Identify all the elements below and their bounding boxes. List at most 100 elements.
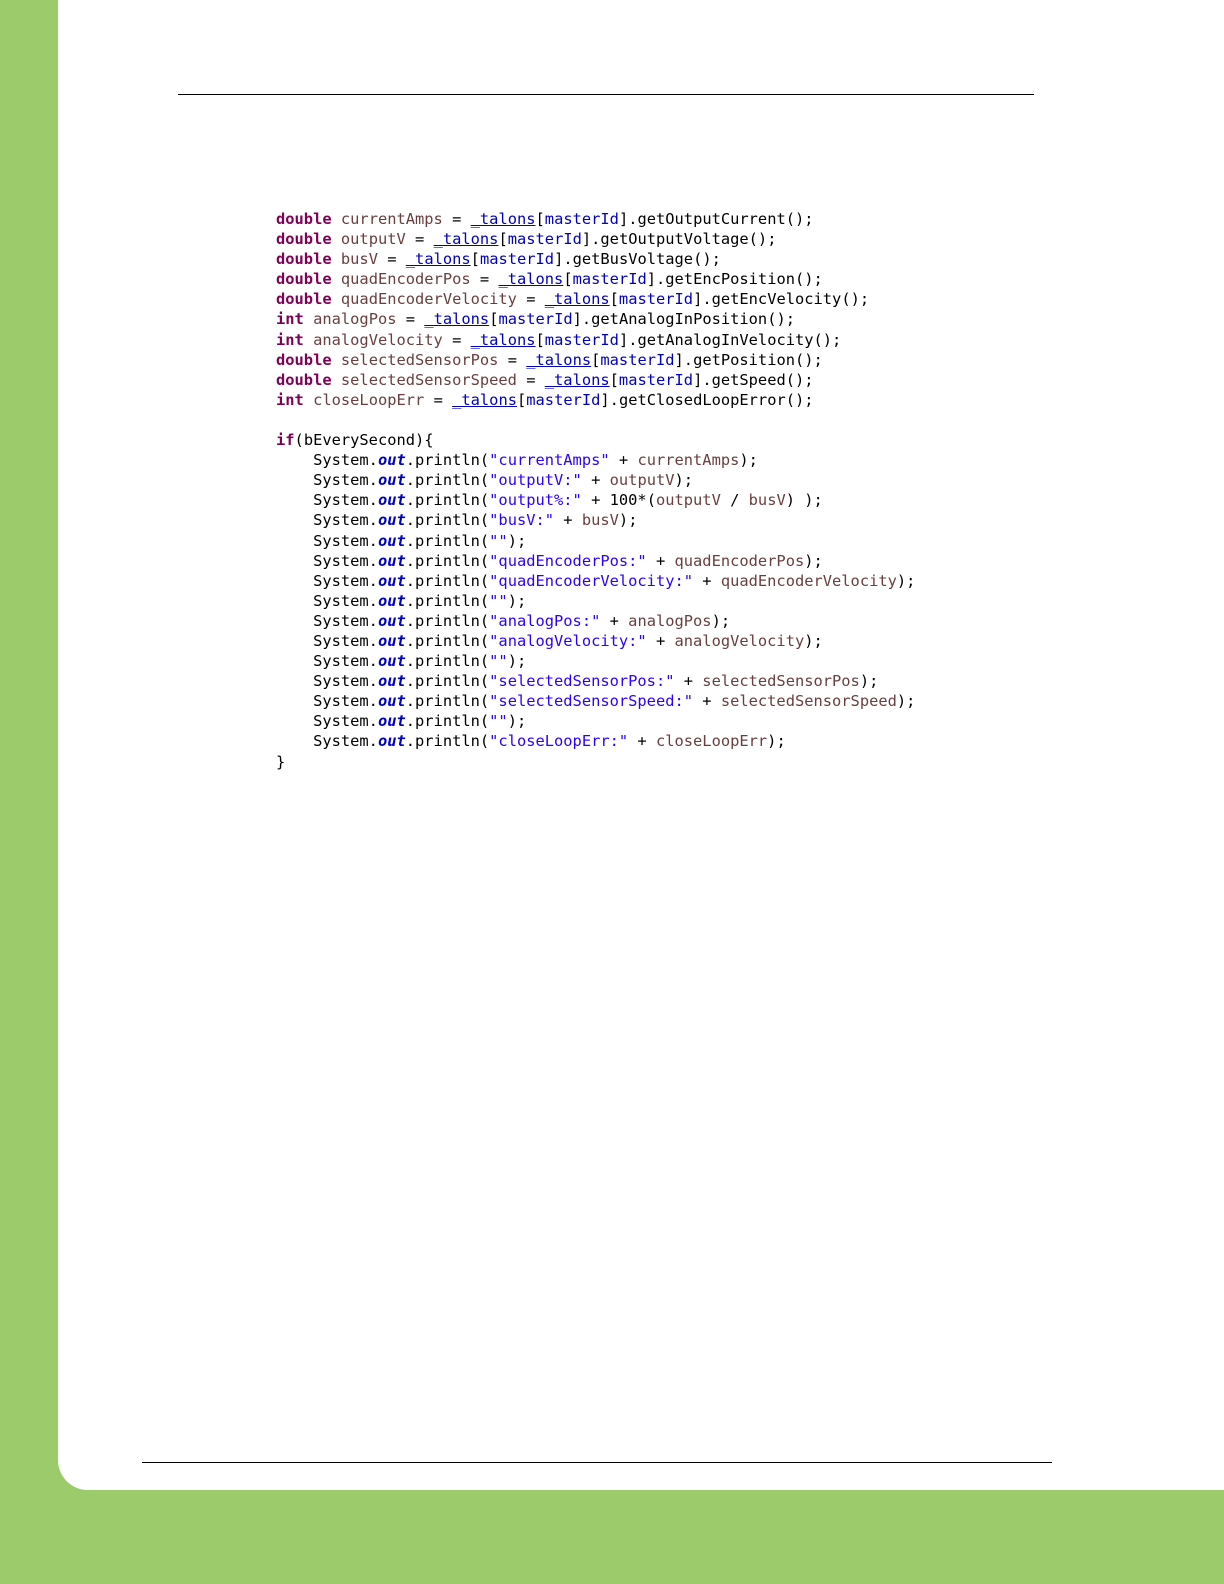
- code-token: masterId: [544, 330, 619, 349]
- code-token: analogPos: [313, 310, 397, 329]
- code-token: .println(: [405, 591, 490, 610]
- code-token: selectedSensorSpeed: [340, 370, 517, 389]
- code-token: masterId: [479, 250, 555, 269]
- code-token: [: [609, 290, 619, 309]
- code-token: =: [442, 210, 471, 228]
- code-token: );: [711, 611, 731, 630]
- code-token: out: [377, 491, 406, 510]
- code-token: );: [859, 672, 879, 691]
- code-token: [: [470, 250, 480, 269]
- code-token: "currentAmps": [489, 451, 610, 470]
- code-line: System.out.println("quadEncoderVelocity:…: [276, 571, 915, 591]
- code-token: double: [276, 370, 332, 389]
- code-token: currentAmps: [340, 210, 443, 228]
- code-token: );: [804, 551, 823, 570]
- code-token: _talons: [498, 270, 564, 289]
- code-token: _talons: [433, 230, 499, 249]
- code-token: );: [767, 732, 786, 751]
- code-token: );: [507, 531, 527, 550]
- code-token: double: [276, 350, 332, 369]
- code-token: ].getEncVelocity();: [693, 290, 870, 309]
- code-token: masterId: [618, 290, 694, 309]
- code-token: ].getClosedLoopError();: [600, 390, 814, 409]
- code-token: out: [377, 451, 406, 470]
- code-token: masterId: [498, 310, 573, 329]
- code-token: quadEncoderPos: [674, 551, 805, 570]
- code-token: .println(: [405, 611, 490, 630]
- code-token: .println(: [405, 531, 490, 550]
- code-token: "": [489, 712, 508, 731]
- code-token: busV: [581, 511, 619, 530]
- code-token: +: [646, 631, 675, 650]
- code-token: [: [535, 210, 545, 228]
- code-token: closeLoopErr: [655, 732, 768, 751]
- code-token: outputV: [340, 230, 406, 249]
- code-token: int: [276, 330, 304, 349]
- code-token: System.: [276, 451, 378, 470]
- code-token: "quadEncoderPos:": [489, 551, 647, 570]
- code-token: "closeLoopErr:": [489, 732, 629, 751]
- code-token: System.: [276, 511, 378, 530]
- code-token: busV: [748, 491, 786, 510]
- code-token: [: [609, 370, 619, 389]
- code-token: _talons: [470, 210, 536, 228]
- code-token: [: [516, 390, 527, 409]
- code-token: double: [276, 210, 332, 228]
- code-token: _talons: [452, 390, 517, 409]
- code-token: );: [739, 451, 758, 470]
- code-token: "output%:": [489, 491, 582, 510]
- code-line: System.out.println("busV:" + busV);: [276, 510, 915, 530]
- code-token: =: [424, 390, 453, 409]
- code-token: System.: [276, 571, 378, 590]
- code-token: analogVelocity: [313, 330, 443, 349]
- code-block: double currentAmps = _talons[masterId].g…: [276, 209, 915, 772]
- code-token: ].getOutputCurrent();: [618, 210, 814, 228]
- code-token: ) );: [785, 491, 823, 510]
- code-token: "quadEncoderVelocity:": [489, 571, 694, 590]
- code-token: System.: [276, 672, 378, 691]
- code-token: );: [896, 571, 916, 590]
- code-line: int analogPos = _talons[masterId].getAna…: [276, 309, 915, 329]
- code-token: =: [377, 250, 406, 269]
- code-token: .println(: [405, 511, 490, 530]
- code-token: "outputV:": [489, 471, 582, 490]
- code-token: );: [507, 652, 527, 671]
- code-token: out: [377, 692, 406, 711]
- code-token: out: [377, 631, 406, 650]
- code-token: .println(: [405, 712, 490, 731]
- code-token: .println(: [405, 471, 490, 490]
- code-token: System.: [276, 551, 378, 570]
- code-line: double quadEncoderVelocity = _talons[mas…: [276, 289, 915, 309]
- code-token: .println(: [405, 692, 490, 711]
- code-token: "analogVelocity:": [489, 631, 647, 650]
- code-token: currentAmps: [637, 451, 740, 470]
- code-token: quadEncoderVelocity: [720, 571, 897, 590]
- code-token: ].getPosition();: [674, 350, 823, 369]
- document-page: double currentAmps = _talons[masterId].g…: [58, 0, 1224, 1490]
- code-line: System.out.println("closeLoopErr:" + clo…: [276, 731, 915, 751]
- code-token: System.: [276, 491, 378, 510]
- code-token: ].getEncPosition();: [646, 270, 823, 289]
- code-line: System.out.println("");: [276, 591, 915, 611]
- code-token: out: [377, 551, 406, 570]
- code-token: [: [563, 270, 573, 289]
- code-line: double currentAmps = _talons[masterId].g…: [276, 209, 915, 229]
- code-token: "": [489, 591, 508, 610]
- code-token: "busV:": [489, 511, 555, 530]
- code-token: ].getAnalogInPosition();: [572, 310, 795, 329]
- code-token: if: [276, 431, 295, 450]
- code-token: double: [276, 230, 332, 249]
- code-line: if(bEverySecond){: [276, 430, 915, 450]
- code-token: "": [489, 652, 508, 671]
- code-token: System.: [276, 531, 378, 550]
- code-token: out: [377, 611, 406, 630]
- code-token: [: [498, 230, 508, 249]
- code-token: );: [674, 471, 694, 490]
- code-token: analogPos: [628, 611, 712, 630]
- code-token: .println(: [405, 551, 490, 570]
- code-token: =: [498, 350, 527, 369]
